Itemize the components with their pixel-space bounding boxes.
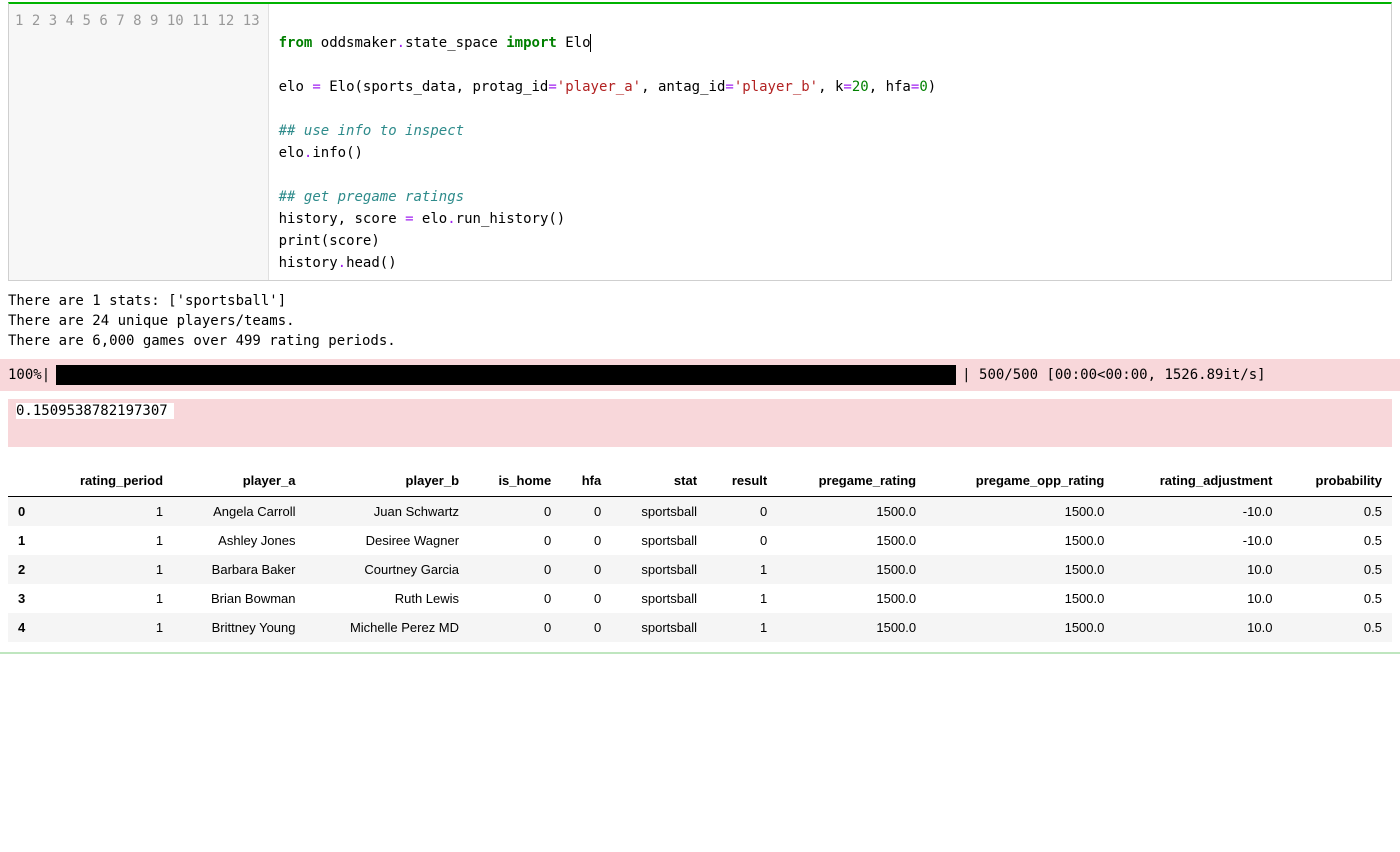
progress-output: 100%| | 500/500 [00:00<00:00, 1526.89it/… (0, 359, 1400, 391)
stdout-info: There are 1 stats: ['sportsball'] There … (8, 291, 1392, 351)
progress-bar (56, 365, 956, 385)
bottom-divider (0, 652, 1400, 654)
table-header-row: rating_period player_a player_b is_home … (8, 465, 1392, 497)
table-row: 2 1 Barbara Baker Courtney Garcia 0 0 sp… (8, 555, 1392, 584)
line-gutter: 1 2 3 4 5 6 7 8 9 10 11 12 13 (9, 4, 269, 280)
progress-percent: 100%| (8, 367, 50, 383)
dataframe-table: rating_period player_a player_b is_home … (8, 465, 1392, 642)
progress-suffix: | 500/500 [00:00<00:00, 1526.89it/s] (962, 367, 1265, 383)
text-cursor (590, 34, 591, 52)
table-row: 0 1 Angela Carroll Juan Schwartz 0 0 spo… (8, 497, 1392, 527)
dataframe-output: rating_period player_a player_b is_home … (8, 465, 1392, 642)
score-output: 0.1509538782197307 (8, 399, 1392, 447)
table-row: 3 1 Brian Bowman Ruth Lewis 0 0 sportsba… (8, 584, 1392, 613)
code-editor[interactable]: from oddsmaker.state_space import Elo el… (269, 4, 1391, 280)
table-row: 4 1 Brittney Young Michelle Perez MD 0 0… (8, 613, 1392, 642)
table-body: 0 1 Angela Carroll Juan Schwartz 0 0 spo… (8, 497, 1392, 643)
code-cell[interactable]: 1 2 3 4 5 6 7 8 9 10 11 12 13 from oddsm… (8, 2, 1392, 281)
table-row: 1 1 Ashley Jones Desiree Wagner 0 0 spor… (8, 526, 1392, 555)
